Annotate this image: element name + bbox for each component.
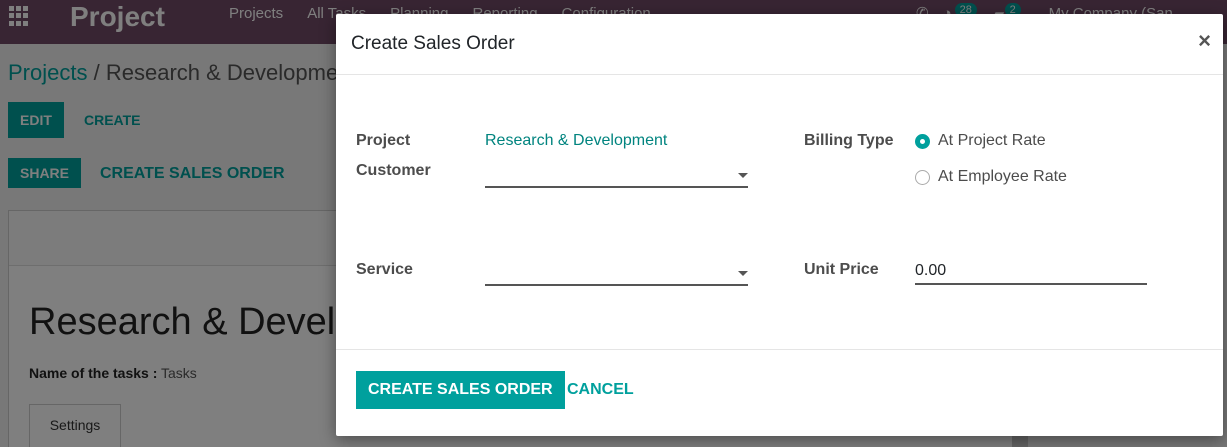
- radio-unselected-icon[interactable]: [915, 169, 930, 185]
- billing-option-project-rate[interactable]: At Project Rate: [915, 132, 1046, 150]
- create-sales-order-dialog: Create Sales Order × Project Research & …: [336, 14, 1223, 436]
- unit-price-label: Unit Price: [804, 261, 879, 278]
- dialog-title: Create Sales Order: [351, 33, 515, 54]
- create-sales-order-button[interactable]: CREATE SALES ORDER: [356, 371, 565, 409]
- close-icon[interactable]: ×: [1198, 30, 1211, 52]
- chevron-down-icon[interactable]: [738, 271, 748, 276]
- billing-type-label: Billing Type: [804, 132, 894, 149]
- customer-field[interactable]: [485, 162, 748, 188]
- dialog-header: Create Sales Order ×: [336, 14, 1223, 75]
- service-label: Service: [356, 261, 413, 278]
- chevron-down-icon[interactable]: [738, 173, 748, 178]
- billing-option-employee-rate[interactable]: At Employee Rate: [915, 168, 1067, 186]
- customer-label: Customer: [356, 162, 431, 179]
- billing-option-label: At Employee Rate: [938, 168, 1067, 185]
- dialog-footer: CREATE SALES ORDER CANCEL: [336, 349, 1223, 436]
- project-label: Project: [356, 132, 411, 149]
- unit-price-input[interactable]: [915, 259, 1147, 285]
- service-field[interactable]: [485, 260, 748, 286]
- project-link[interactable]: Research & Development: [485, 132, 667, 150]
- billing-option-label: At Project Rate: [938, 132, 1046, 149]
- radio-selected-icon[interactable]: [915, 133, 930, 149]
- cancel-button[interactable]: CANCEL: [567, 371, 634, 409]
